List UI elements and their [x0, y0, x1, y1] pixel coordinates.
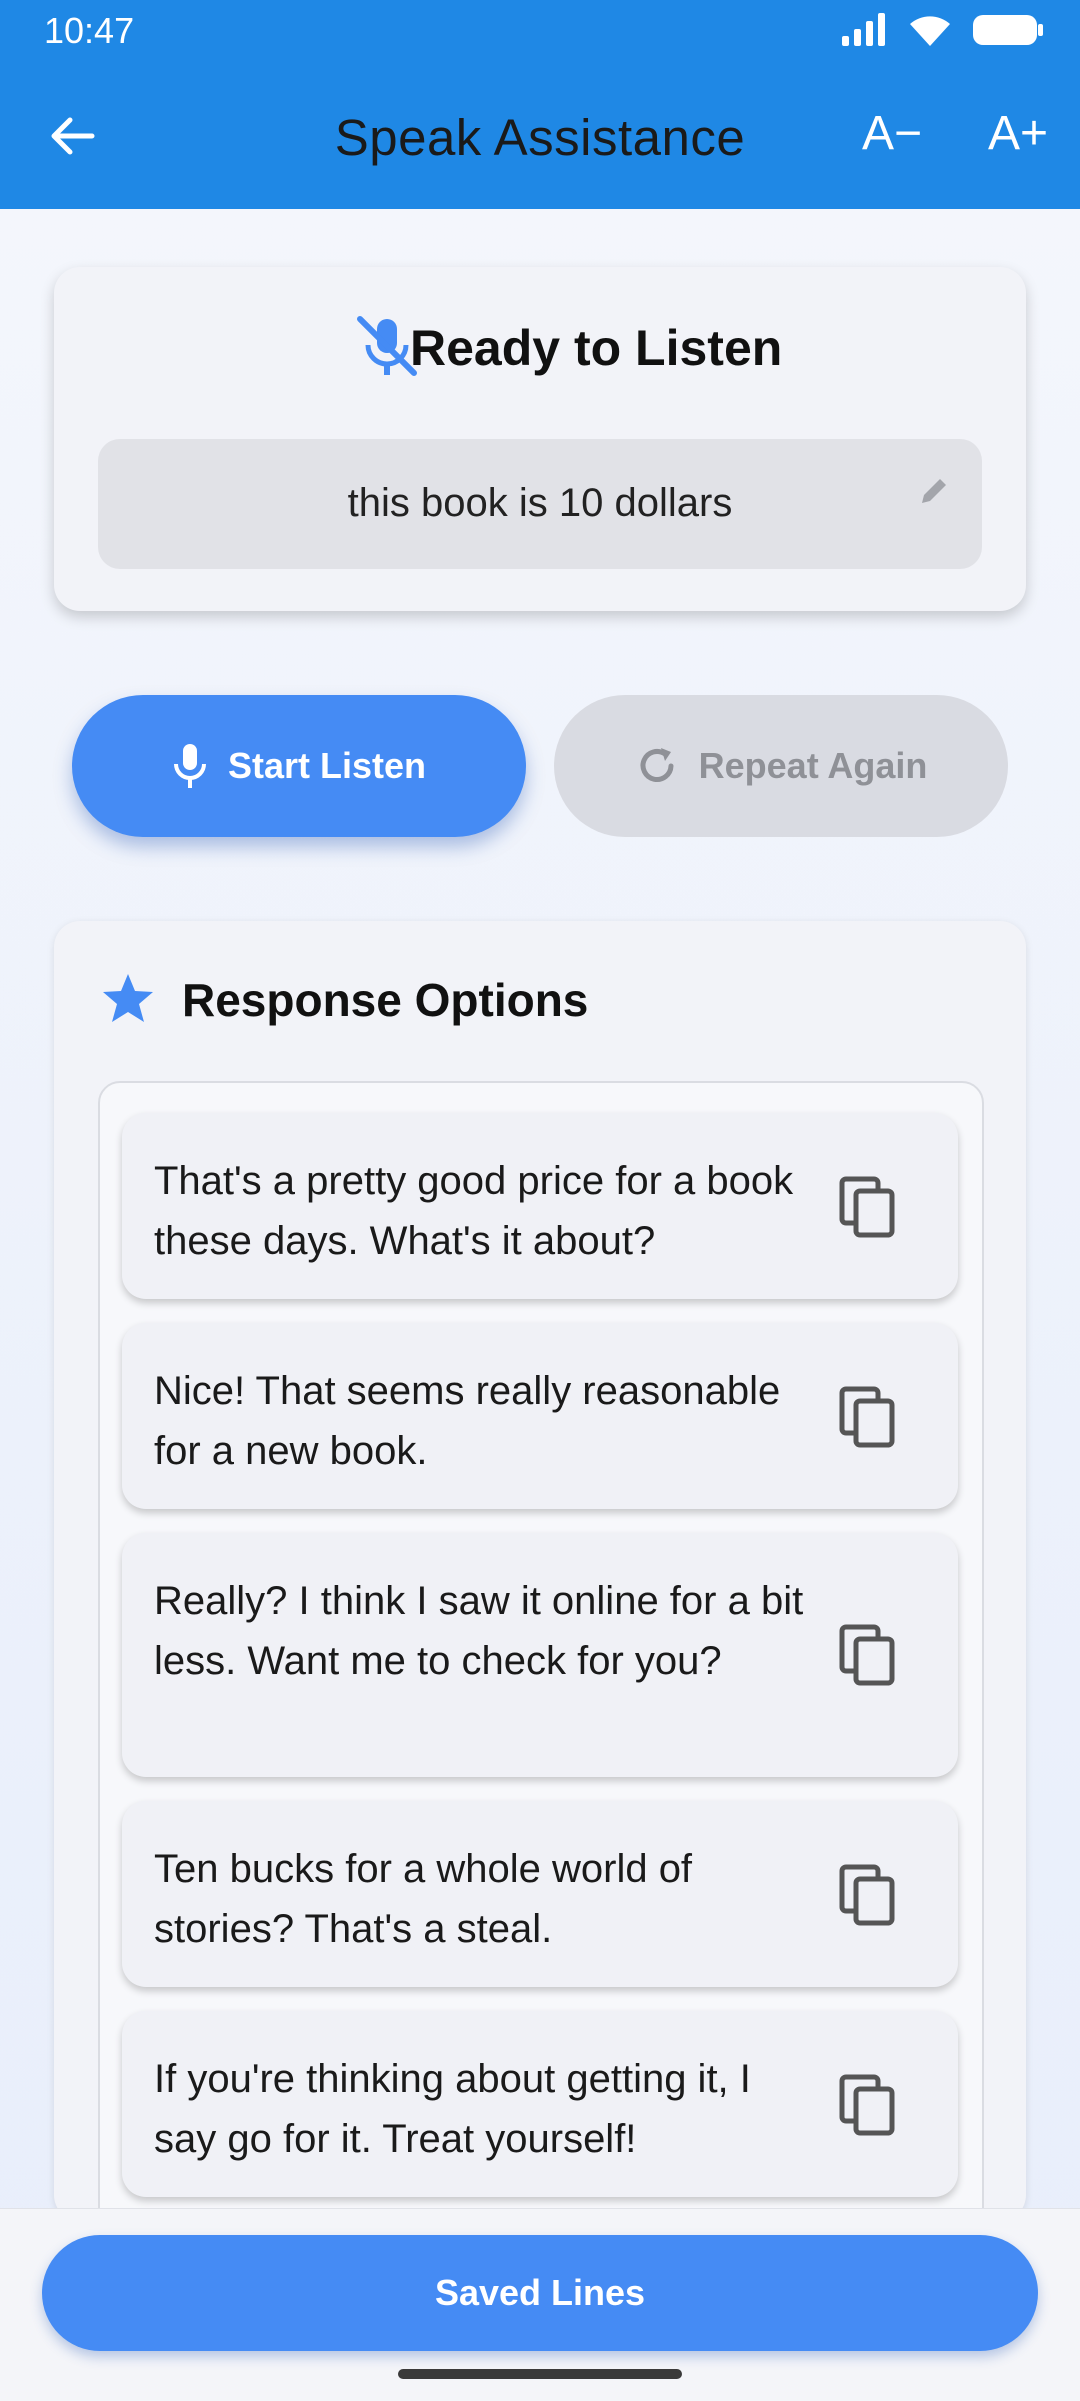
star-icon — [103, 974, 153, 1022]
copy-icon[interactable] — [838, 2073, 898, 2137]
response-option[interactable]: That's a pretty good price for a book th… — [122, 1113, 958, 1299]
saved-lines-button[interactable]: Saved Lines — [42, 2235, 1038, 2351]
app-bar: 10:47 Speak Assistance A− A+ — [0, 0, 1080, 209]
listen-status-card: Ready to Listen this book is 10 dollars — [54, 267, 1026, 611]
response-option[interactable]: Really? I think I saw it online for a bi… — [122, 1533, 958, 1777]
response-option-text: Ten bucks for a whole world of stories? … — [154, 1847, 693, 1951]
status-time: 10:47 — [44, 10, 135, 51]
copy-icon[interactable] — [838, 1863, 898, 1927]
bottom-bar: Saved Lines — [0, 2208, 1080, 2401]
transcript-text: this book is 10 dollars — [347, 481, 733, 525]
response-options-title: Response Options — [182, 974, 589, 1026]
status-icons — [840, 12, 1044, 48]
response-option-text: Really? I think I saw it online for a bi… — [154, 1579, 804, 1683]
response-option[interactable]: Ten bucks for a whole world of stories? … — [122, 1801, 958, 1987]
response-option[interactable]: If you're thinking about getting it, I s… — [122, 2011, 958, 2197]
font-increase-button[interactable]: A+ — [988, 106, 1048, 161]
battery-icon — [973, 15, 1043, 45]
response-option-text: That's a pretty good price for a book th… — [154, 1159, 794, 1263]
repeat-again-button[interactable]: Repeat Again — [554, 695, 1008, 837]
copy-icon[interactable] — [838, 1385, 898, 1449]
mic-icon — [173, 744, 206, 788]
refresh-icon — [640, 748, 674, 782]
listen-status-text: Ready to Listen — [410, 320, 783, 376]
wifi-icon — [910, 16, 950, 46]
response-list[interactable]: That's a pretty good price for a book th… — [98, 1081, 984, 2221]
response-options-card: Response Options That's a pretty good pr… — [54, 921, 1026, 2221]
copy-icon[interactable] — [838, 1623, 898, 1687]
copy-icon[interactable] — [838, 1175, 898, 1239]
transcript-box[interactable]: this book is 10 dollars — [98, 439, 982, 569]
font-decrease-button[interactable]: A− — [862, 106, 922, 161]
signal-icon — [842, 13, 885, 46]
start-listen-button[interactable]: Start Listen — [72, 695, 526, 837]
response-option-text: If you're thinking about getting it, I s… — [154, 2057, 751, 2161]
response-option[interactable]: Nice! That seems really reasonable for a… — [122, 1323, 958, 1509]
start-listen-label: Start Listen — [227, 745, 427, 786]
home-indicator[interactable] — [398, 2369, 682, 2379]
repeat-again-label: Repeat Again — [698, 745, 928, 786]
response-option-text: Nice! That seems really reasonable for a… — [154, 1369, 781, 1473]
edit-pencil-icon[interactable] — [916, 473, 952, 509]
